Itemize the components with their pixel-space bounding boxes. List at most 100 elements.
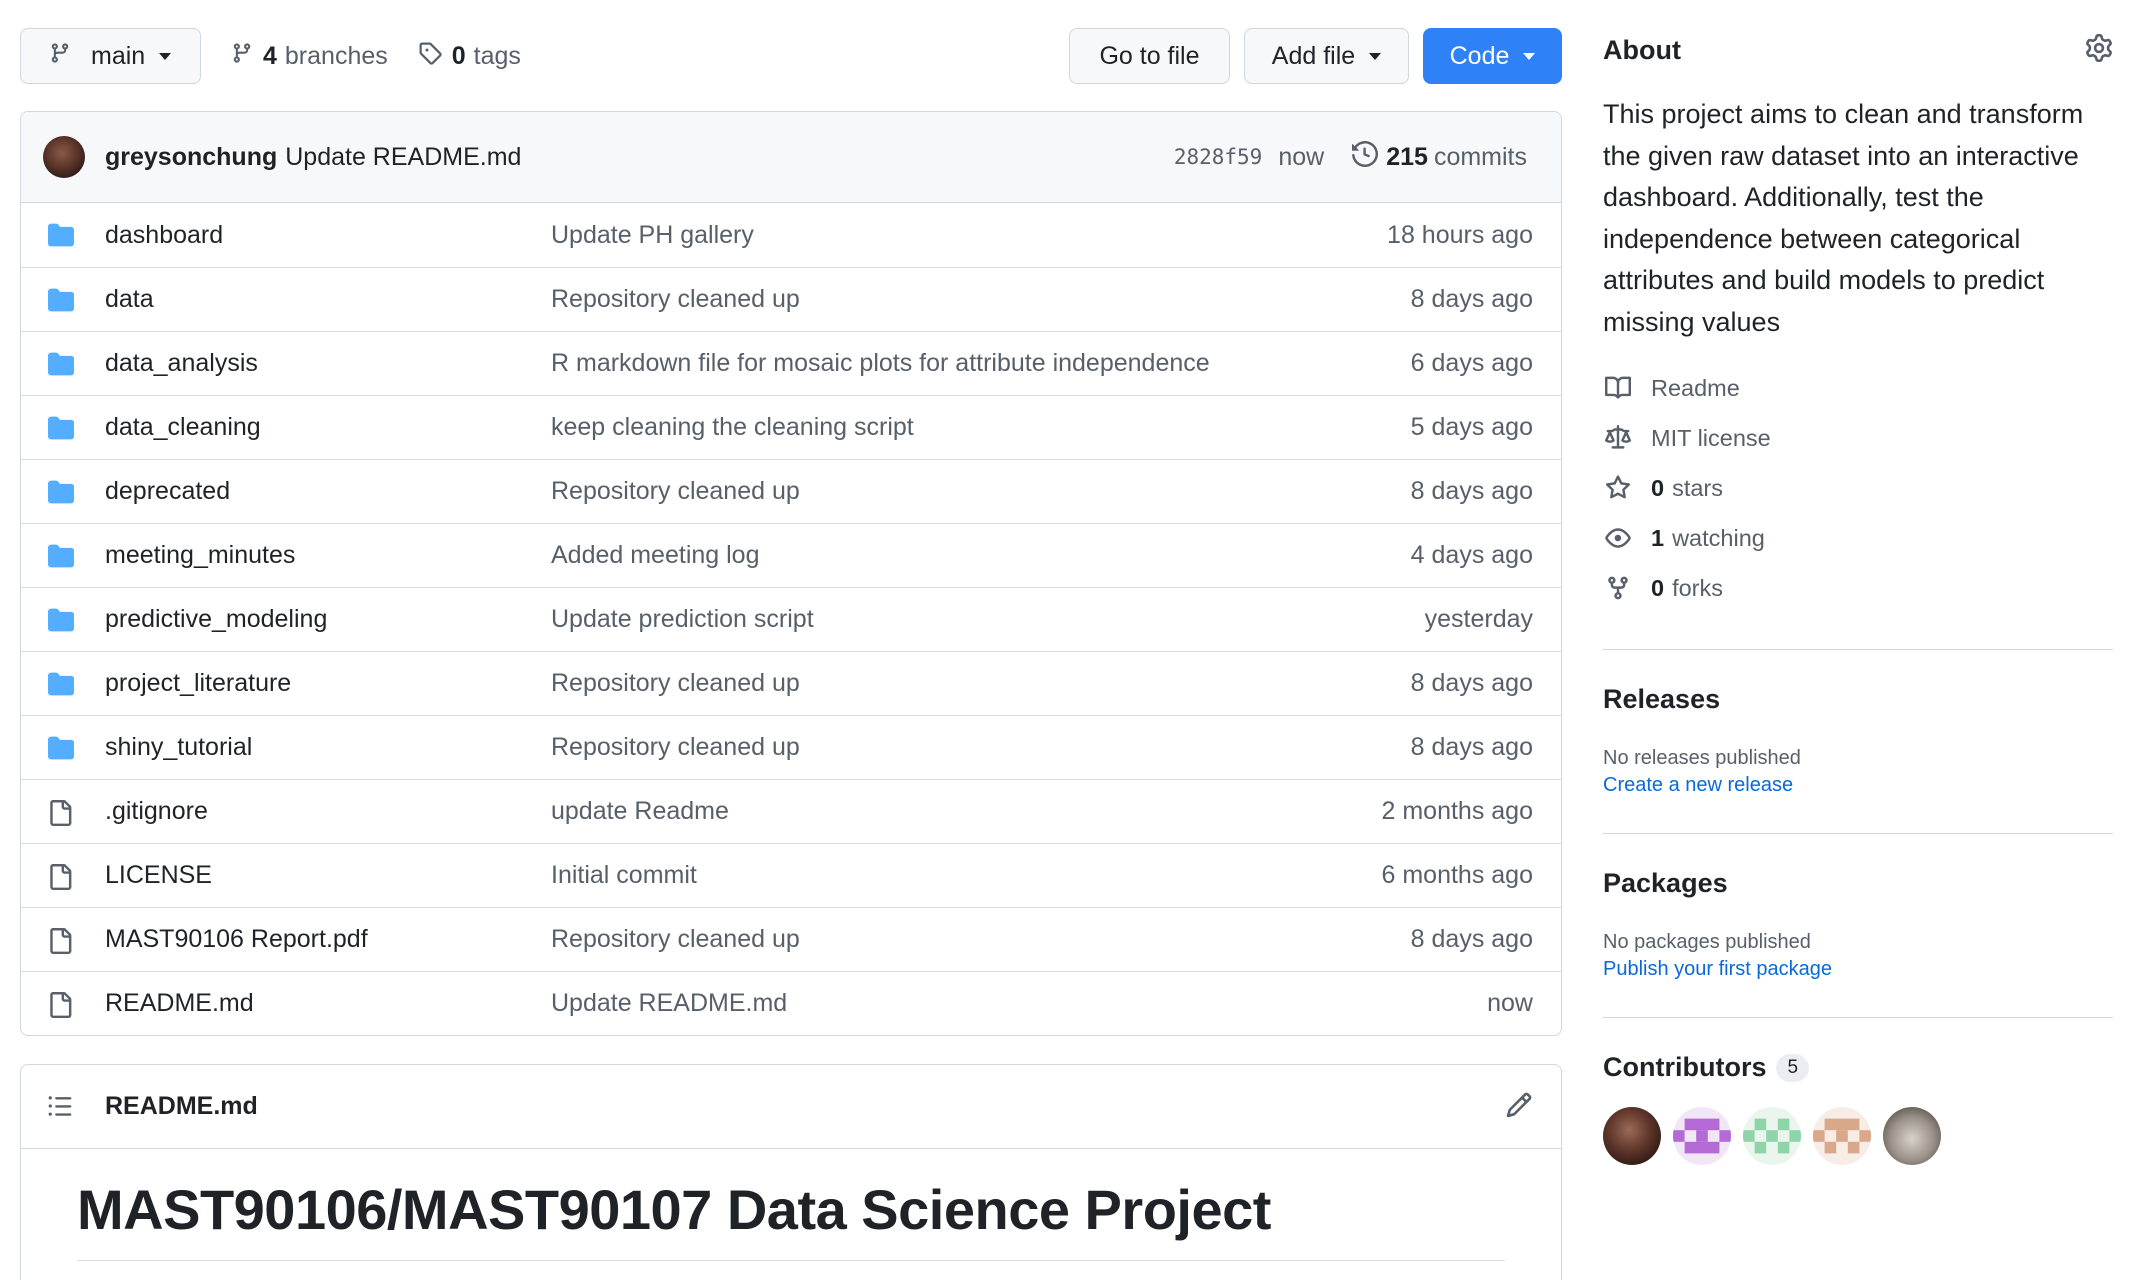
readme-label: Readme (1651, 374, 1740, 401)
commit-message-link[interactable]: Update prediction script (551, 605, 814, 634)
sidebar-divider (1603, 1017, 2113, 1018)
table-row[interactable]: project_literature Repository cleaned up 8… (21, 651, 1561, 715)
table-row[interactable]: LICENSE Initial commit 6 months ago (21, 843, 1561, 907)
table-row[interactable]: predictive_modeling Update prediction scr… (21, 587, 1561, 651)
repo-forked-icon (1603, 575, 1633, 601)
tags-link[interactable]: 0 tags (418, 41, 521, 72)
branches-count: 4 (263, 41, 277, 70)
add-file-button[interactable]: Add file (1244, 28, 1409, 84)
watching-link[interactable]: 1 watching (1603, 513, 2113, 563)
avatar[interactable] (1673, 1107, 1731, 1165)
file-icon (47, 799, 73, 834)
folder-icon (47, 479, 75, 512)
tag-icon (418, 41, 442, 72)
file-name-link[interactable]: .gitignore (105, 797, 208, 826)
commit-message-link[interactable]: Update PH gallery (551, 221, 754, 250)
file-name-link[interactable]: LICENSE (105, 861, 212, 890)
branches-link[interactable]: 4 branches (231, 41, 388, 72)
avatar[interactable] (1813, 1107, 1871, 1165)
file-name-link[interactable]: predictive_modeling (105, 605, 327, 634)
sidebar-divider (1603, 649, 2113, 650)
table-row[interactable]: data_cleaning keep cleaning the cleaning … (21, 395, 1561, 459)
table-row[interactable]: data_analysis R markdown file for mosaic … (21, 331, 1561, 395)
commits-count: 215 (1386, 142, 1428, 171)
file-list: dashboard Update PH gallery 18 hours ago da… (21, 203, 1561, 1035)
commit-sha-link[interactable]: 2828f59 (1174, 145, 1263, 169)
table-row[interactable]: README.md Update README.md now (21, 971, 1561, 1035)
avatar[interactable] (1883, 1107, 1941, 1165)
commit-message-link[interactable]: Added meeting log (551, 541, 759, 570)
file-name-link[interactable]: README.md (105, 989, 254, 1018)
gear-icon[interactable] (2085, 33, 2113, 67)
repo-sidebar: About This project aims to clean and tra… (1603, 28, 2113, 1165)
table-row[interactable]: deprecated Repository cleaned up 8 days ag… (21, 459, 1561, 523)
commit-message-link[interactable]: Update README.md (285, 143, 521, 172)
contributors-heading[interactable]: Contributors (1603, 1052, 1766, 1083)
code-label: Code (1449, 41, 1510, 70)
table-row[interactable]: .gitignore update Readme 2 months ago (21, 779, 1561, 843)
file-name-link[interactable]: data_cleaning (105, 413, 261, 442)
table-row[interactable]: meeting_minutes Added meeting log 4 days a… (21, 523, 1561, 587)
watching-count: 1 (1651, 524, 1665, 551)
table-row[interactable]: dashboard Update PH gallery 18 hours ago (21, 203, 1561, 267)
commit-author-link[interactable]: greysonchung (105, 143, 277, 172)
code-button[interactable]: Code (1423, 28, 1562, 84)
file-name-link[interactable]: deprecated (105, 477, 230, 506)
git-branch-icon (231, 41, 253, 72)
tags-label: tags (473, 41, 521, 70)
commit-message-link[interactable]: Repository cleaned up (551, 285, 800, 314)
stars-label: stars (1672, 474, 1724, 501)
commit-message-link[interactable]: Repository cleaned up (551, 669, 800, 698)
pencil-icon[interactable] (1505, 1091, 1533, 1126)
commit-message-link[interactable]: R markdown file for mosaic plots for att… (551, 349, 1210, 378)
commit-message-link[interactable]: Repository cleaned up (551, 925, 800, 954)
publish-package-link[interactable]: Publish your first package (1603, 958, 2113, 981)
releases-heading[interactable]: Releases (1603, 684, 2113, 715)
table-row[interactable]: data Repository cleaned up 8 days ago (21, 267, 1561, 331)
star-icon (1603, 475, 1633, 501)
branch-select-button[interactable]: main (20, 28, 201, 84)
file-name-link[interactable]: data_analysis (105, 349, 258, 378)
file-name-link[interactable]: data (105, 285, 154, 314)
commit-message-link[interactable]: Repository cleaned up (551, 477, 800, 506)
commit-age: yesterday (1424, 605, 1533, 633)
list-unordered-icon[interactable] (47, 1093, 73, 1126)
go-to-file-button[interactable]: Go to file (1069, 28, 1230, 84)
file-name-link[interactable]: meeting_minutes (105, 541, 295, 570)
commit-message-link[interactable]: update Readme (551, 797, 729, 826)
file-name-link[interactable]: project_literature (105, 669, 291, 698)
file-name-link[interactable]: dashboard (105, 221, 223, 250)
commit-age: 2 months ago (1381, 797, 1534, 825)
file-icon (47, 863, 73, 898)
folder-icon (47, 287, 75, 320)
readme-link[interactable]: Readme (1603, 363, 2113, 413)
table-row[interactable]: shiny_tutorial Repository cleaned up 8 day… (21, 715, 1561, 779)
commit-time: now (1278, 142, 1325, 171)
releases-empty-text: No releases published (1603, 747, 1801, 769)
commits-history-link[interactable]: 215 commits (1352, 140, 1527, 174)
file-name-link[interactable]: MAST90106 Report.pdf (105, 925, 368, 954)
commit-message-link[interactable]: Update README.md (551, 989, 787, 1018)
avatar[interactable] (1743, 1107, 1801, 1165)
table-row[interactable]: MAST90106 Report.pdf Repository cleaned u… (21, 907, 1561, 971)
license-link[interactable]: MIT license (1603, 413, 2113, 463)
forks-link[interactable]: 0 forks (1603, 563, 2113, 613)
create-release-link[interactable]: Create a new release (1603, 774, 2113, 797)
commit-age: 6 months ago (1381, 861, 1534, 889)
packages-heading[interactable]: Packages (1603, 868, 2113, 899)
readme-filename: README.md (105, 1092, 258, 1120)
about-meta-list: Readme MIT license 0 stars 1 watching 0 … (1603, 363, 2113, 613)
commit-message-link[interactable]: Initial commit (551, 861, 697, 890)
commit-message-link[interactable]: Repository cleaned up (551, 733, 800, 762)
stars-link[interactable]: 0 stars (1603, 463, 2113, 513)
avatar[interactable] (1603, 1107, 1661, 1165)
commit-message-link[interactable]: keep cleaning the cleaning script (551, 413, 914, 442)
toolbar-actions: Go to file Add file Code (1069, 28, 1562, 84)
file-name-link[interactable]: shiny_tutorial (105, 733, 252, 762)
eye-icon (1603, 525, 1633, 551)
latest-commit-bar: greysonchung Update README.md 2828f59 no… (21, 112, 1561, 203)
license-label: MIT license (1651, 424, 1771, 451)
folder-icon (47, 222, 75, 255)
avatar[interactable] (43, 136, 85, 178)
git-branch-icon (49, 41, 71, 72)
